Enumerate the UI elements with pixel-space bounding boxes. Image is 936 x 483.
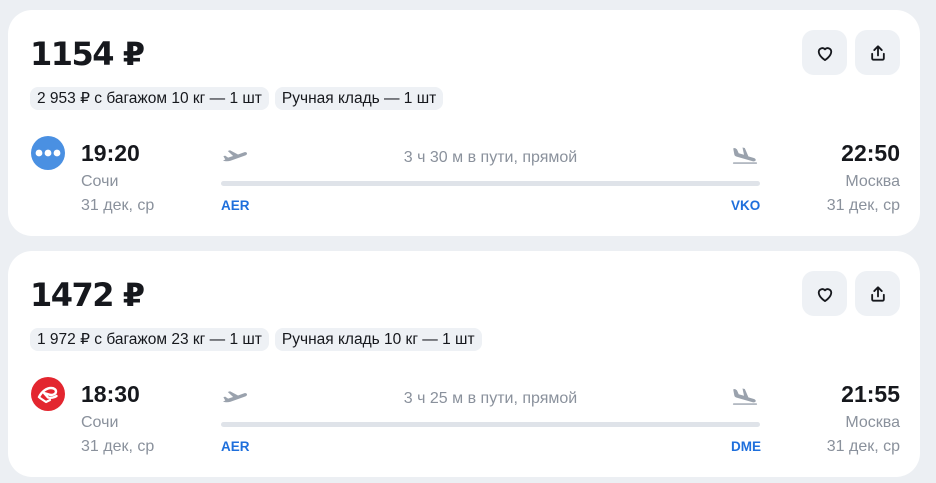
share-button[interactable] <box>855 271 900 316</box>
red-bird-logo-icon <box>35 381 61 407</box>
favorite-button[interactable] <box>802 30 847 75</box>
ticket-options: 1 972 ₽ с багажом 23 кг — 1 шт Ручная кл… <box>30 328 482 351</box>
departure-airport-code: AER <box>221 198 250 213</box>
departure-city: Сочи <box>81 414 119 431</box>
share-button[interactable] <box>855 30 900 75</box>
ticket-price: 1154 ₽ <box>30 35 145 73</box>
departure-city: Сочи <box>81 173 119 190</box>
ticket-actions <box>802 30 900 75</box>
share-icon <box>868 284 888 304</box>
plane-landing-icon <box>732 146 758 164</box>
ticket-card[interactable]: 1472 ₽ 1 972 ₽ с багажом 23 кг — 1 шт Ру… <box>8 251 920 477</box>
ticket-options: 2 953 ₽ с багажом 10 кг — 1 шт Ручная кл… <box>30 87 444 110</box>
arrival-date: 31 дек, ср <box>826 197 900 214</box>
share-icon <box>868 43 888 63</box>
departure-time: 18:30 <box>81 381 140 407</box>
route-line <box>221 422 760 427</box>
flight-duration: 3 ч 30 м в пути, прямой <box>403 149 578 166</box>
hand-luggage-chip: Ручная кладь 10 кг — 1 шт <box>274 328 482 351</box>
airline-logo <box>31 136 65 170</box>
dots-logo-icon <box>35 148 61 158</box>
arrival-airport-code: VKO <box>731 198 761 213</box>
arrival-airport-code: DME <box>731 439 761 454</box>
departure-airport-code: AER <box>221 439 250 454</box>
plane-landing-icon <box>732 387 758 405</box>
arrival-time: 22:50 <box>841 140 900 166</box>
hand-luggage-chip: Ручная кладь — 1 шт <box>274 87 444 110</box>
favorite-button[interactable] <box>802 271 847 316</box>
departure-date: 31 дек, ср <box>81 197 155 214</box>
departure-date: 31 дек, ср <box>81 438 155 455</box>
ticket-price: 1472 ₽ <box>30 276 145 314</box>
ticket-list: 1154 ₽ 2 953 ₽ с багажом 10 кг — 1 шт Ру… <box>0 0 936 483</box>
arrival-city: Москва <box>845 173 900 190</box>
ticket-actions <box>802 271 900 316</box>
airline-logo <box>31 377 65 411</box>
baggage-chip[interactable]: 1 972 ₽ с багажом 23 кг — 1 шт <box>30 328 269 351</box>
heart-icon <box>815 43 835 63</box>
departure-time: 19:20 <box>81 140 140 166</box>
flight-duration: 3 ч 25 м в пути, прямой <box>403 390 578 407</box>
arrival-city: Москва <box>845 414 900 431</box>
route-line <box>221 181 760 186</box>
ticket-card[interactable]: 1154 ₽ 2 953 ₽ с багажом 10 кг — 1 шт Ру… <box>8 10 920 236</box>
arrival-time: 21:55 <box>841 381 900 407</box>
heart-icon <box>815 284 835 304</box>
arrival-date: 31 дек, ср <box>826 438 900 455</box>
baggage-chip[interactable]: 2 953 ₽ с багажом 10 кг — 1 шт <box>30 87 269 110</box>
